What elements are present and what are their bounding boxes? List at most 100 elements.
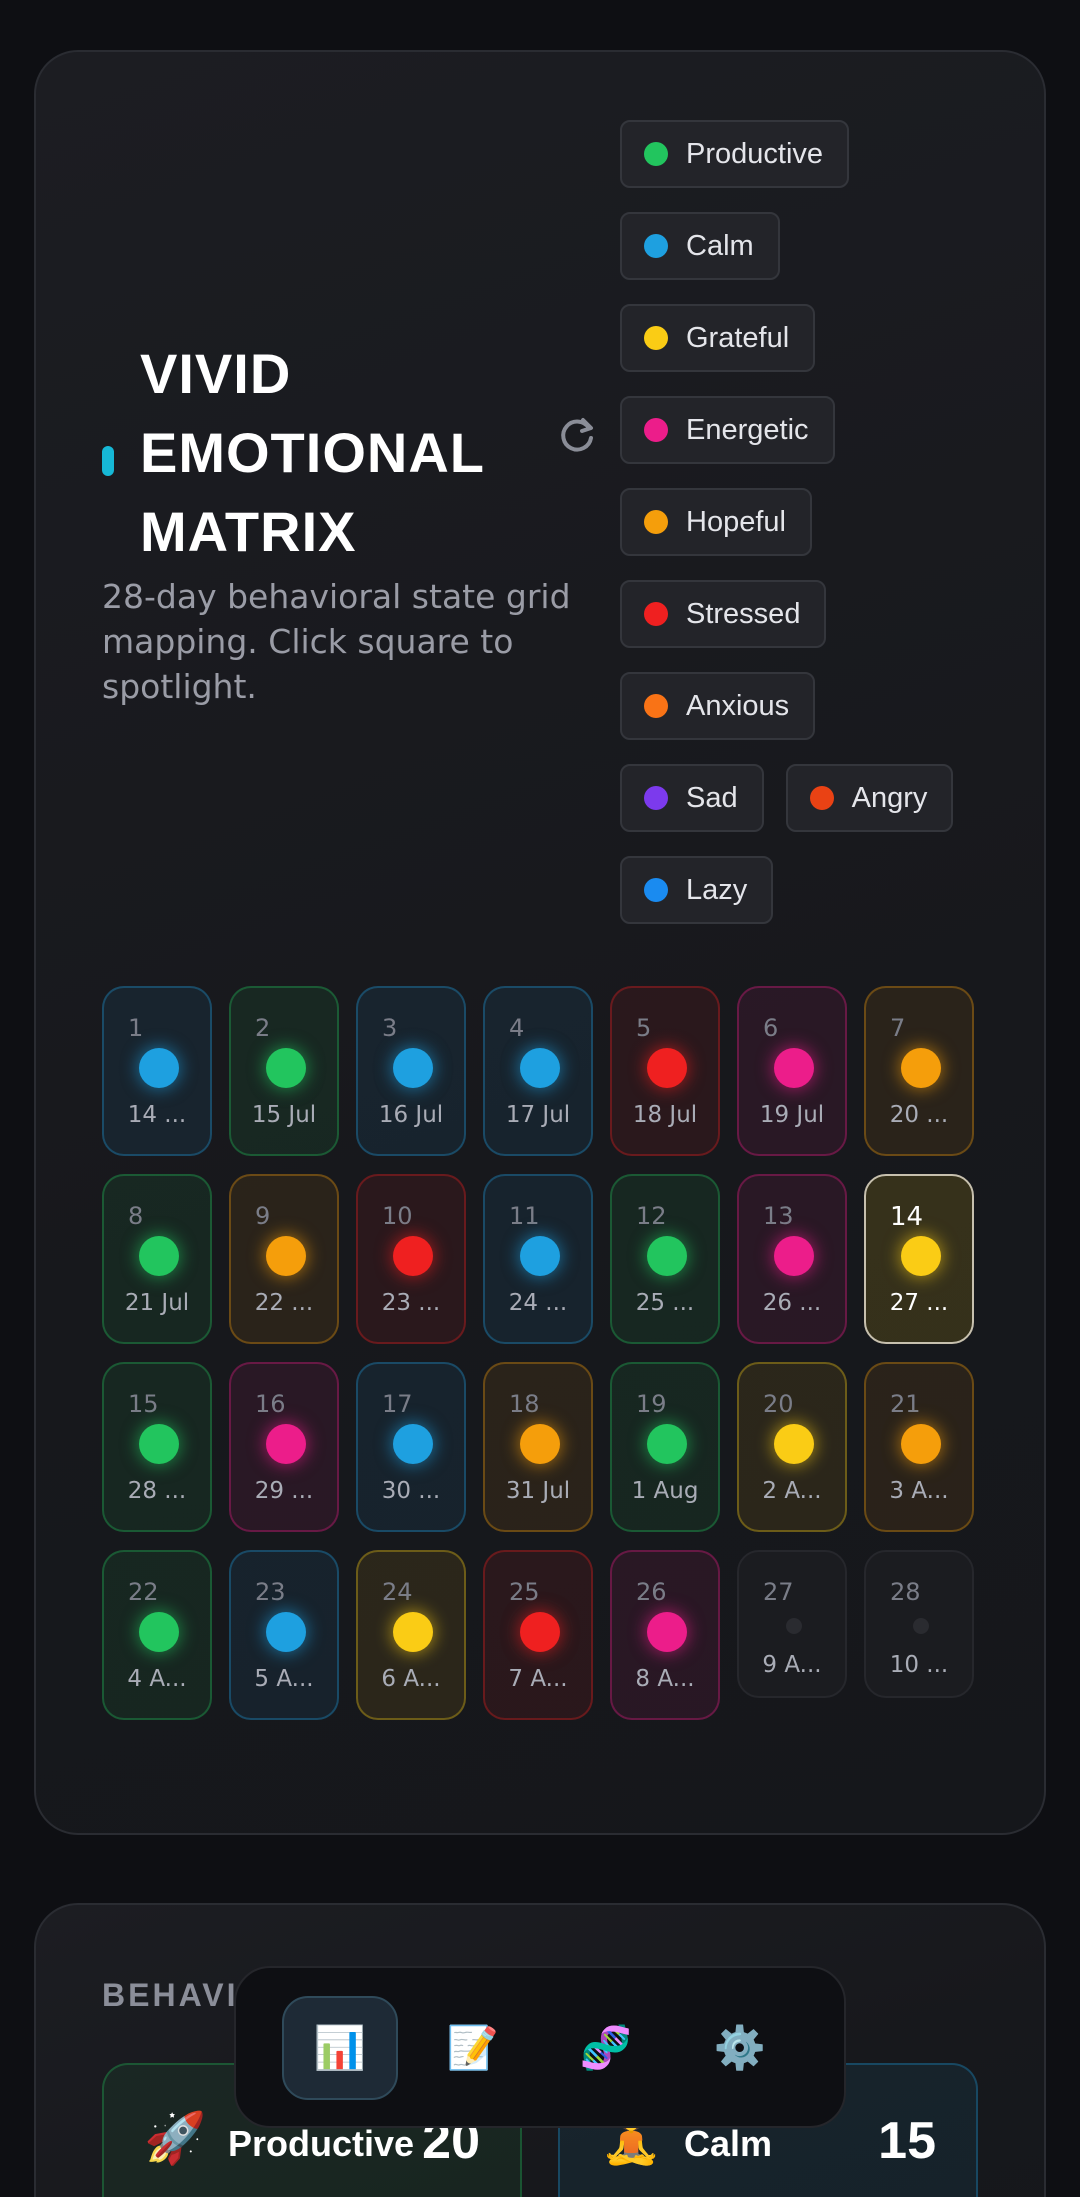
day-date: 8 A... xyxy=(635,1666,695,1692)
day-date: 15 Jul xyxy=(251,1102,317,1128)
legend-row: Sad Angry xyxy=(620,764,1000,832)
legend-chip-anxious[interactable]: Anxious xyxy=(620,672,816,740)
day-cell[interactable]: 21 3 A... xyxy=(864,1362,974,1532)
day-cell[interactable]: 14 27 ... xyxy=(864,1174,974,1344)
day-date: 9 A... xyxy=(762,1652,822,1678)
day-cell[interactable]: 2 15 Jul xyxy=(229,986,339,1156)
stat-label: Calm xyxy=(684,2123,773,2164)
day-number: 27 xyxy=(763,1578,794,1606)
legend-chip-grateful[interactable]: Grateful xyxy=(620,304,816,372)
legend-chip-calm[interactable]: Calm xyxy=(620,212,780,280)
mood-dot-icon xyxy=(901,1048,941,1088)
day-cell[interactable]: 9 22 ... xyxy=(229,1174,339,1344)
legend-chip-hopeful[interactable]: Hopeful xyxy=(620,488,812,556)
page-title: VIVID EMOTIONAL MATRIX xyxy=(140,334,582,571)
mood-dot-icon xyxy=(647,1612,687,1652)
day-cell[interactable]: 12 25 ... xyxy=(610,1174,720,1344)
mood-dot-icon xyxy=(786,1618,802,1634)
legend-chip-label: Calm xyxy=(686,229,754,262)
day-cell[interactable]: 13 26 ... xyxy=(737,1174,847,1344)
legend-chip-productive[interactable]: Productive xyxy=(620,120,850,188)
day-number: 9 xyxy=(255,1202,271,1230)
day-cell[interactable]: 10 23 ... xyxy=(356,1174,466,1344)
day-cell[interactable]: 24 6 A... xyxy=(356,1550,466,1720)
day-date: 2 A... xyxy=(762,1478,822,1504)
legend-chip-label: Anxious xyxy=(686,689,790,722)
day-cell[interactable]: 8 21 Jul xyxy=(102,1174,212,1344)
day-number: 28 xyxy=(890,1578,921,1606)
mood-dot-icon xyxy=(393,1236,433,1276)
day-number: 23 xyxy=(255,1578,286,1606)
journal-icon: 📝 xyxy=(446,2023,500,2072)
mood-dot-icon xyxy=(139,1424,179,1464)
mood-dot-icon xyxy=(647,1424,687,1464)
legend-chip-stressed[interactable]: Stressed xyxy=(620,580,827,648)
day-date: 17 Jul xyxy=(505,1102,571,1128)
day-cell[interactable]: 22 4 A... xyxy=(102,1550,212,1720)
day-date: 18 Jul xyxy=(632,1102,698,1128)
day-cell[interactable]: 4 17 Jul xyxy=(483,986,593,1156)
section-title: BEHAVI xyxy=(102,1977,239,2013)
refresh-icon[interactable] xyxy=(558,416,596,454)
emotional-matrix-card: VIVID EMOTIONAL MATRIX 28-day behavioral… xyxy=(34,50,1046,1835)
day-date: 20 ... xyxy=(889,1102,949,1128)
title-accent-bar xyxy=(102,446,114,476)
mood-dot-icon xyxy=(644,878,668,902)
legend-chip-lazy[interactable]: Lazy xyxy=(620,856,774,924)
mood-dot-icon xyxy=(520,1048,560,1088)
journal-tab[interactable]: 📝 xyxy=(415,1996,531,2100)
stats-tab[interactable]: 📊 xyxy=(282,1996,398,2100)
day-cell[interactable]: 6 19 Jul xyxy=(737,986,847,1156)
settings-tab[interactable]: ⚙️ xyxy=(682,1996,798,2100)
mood-dot-icon xyxy=(644,326,668,350)
day-cell[interactable]: 19 1 Aug xyxy=(610,1362,720,1532)
day-number: 26 xyxy=(636,1578,667,1606)
legend-chip-label: Grateful xyxy=(686,321,790,354)
day-number: 8 xyxy=(128,1202,144,1230)
legend-chip-energetic[interactable]: Energetic xyxy=(620,396,835,464)
mood-dot-icon xyxy=(901,1236,941,1276)
title-line: VIVID xyxy=(140,342,292,405)
page-subtitle: 28-day behavioral state grid mapping. Cl… xyxy=(102,577,571,706)
mood-dot-icon xyxy=(644,418,668,442)
day-number: 5 xyxy=(636,1014,652,1042)
day-date: 19 Jul xyxy=(759,1102,825,1128)
day-date: 10 ... xyxy=(889,1652,949,1678)
day-cell[interactable]: 18 31 Jul xyxy=(483,1362,593,1532)
mood-dot-icon xyxy=(644,602,668,626)
legend-chip-angry[interactable]: Angry xyxy=(785,764,954,832)
day-cell[interactable]: 28 10 ... xyxy=(864,1550,974,1698)
mood-dot-icon xyxy=(139,1236,179,1276)
day-cell[interactable]: 25 7 A... xyxy=(483,1550,593,1720)
day-cell[interactable]: 15 28 ... xyxy=(102,1362,212,1532)
day-number: 20 xyxy=(763,1390,794,1418)
legend-chip-label: Stressed xyxy=(686,597,801,630)
mood-dot-icon xyxy=(913,1618,929,1634)
mood-dot-icon xyxy=(520,1424,560,1464)
mood-dot-icon xyxy=(644,786,668,810)
mood-dot-icon xyxy=(266,1048,306,1088)
day-cell[interactable]: 26 8 A... xyxy=(610,1550,720,1720)
day-cell[interactable]: 3 16 Jul xyxy=(356,986,466,1156)
legend-chip-label: Energetic xyxy=(686,413,809,446)
day-cell[interactable]: 17 30 ... xyxy=(356,1362,466,1532)
day-cell[interactable]: 7 20 ... xyxy=(864,986,974,1156)
day-cell[interactable]: 5 18 Jul xyxy=(610,986,720,1156)
legend-chip-sad[interactable]: Sad xyxy=(620,764,764,832)
day-cell[interactable]: 20 2 A... xyxy=(737,1362,847,1532)
title-line: MATRIX xyxy=(140,500,357,563)
day-cell[interactable]: 27 9 A... xyxy=(737,1550,847,1698)
mood-dot-icon xyxy=(266,1424,306,1464)
mood-dot-icon xyxy=(647,1048,687,1088)
mood-dot-icon xyxy=(774,1048,814,1088)
day-number: 3 xyxy=(382,1014,398,1042)
day-cell[interactable]: 11 24 ... xyxy=(483,1174,593,1344)
dna-tab[interactable]: 🧬 xyxy=(548,1996,664,2100)
day-date: 31 Jul xyxy=(505,1478,571,1504)
legend-chip-label: Sad xyxy=(686,781,738,814)
day-number: 4 xyxy=(509,1014,525,1042)
day-cell[interactable]: 1 14 ... xyxy=(102,986,212,1156)
mood-dot-icon xyxy=(901,1424,941,1464)
day-cell[interactable]: 16 29 ... xyxy=(229,1362,339,1532)
day-cell[interactable]: 23 5 A... xyxy=(229,1550,339,1720)
